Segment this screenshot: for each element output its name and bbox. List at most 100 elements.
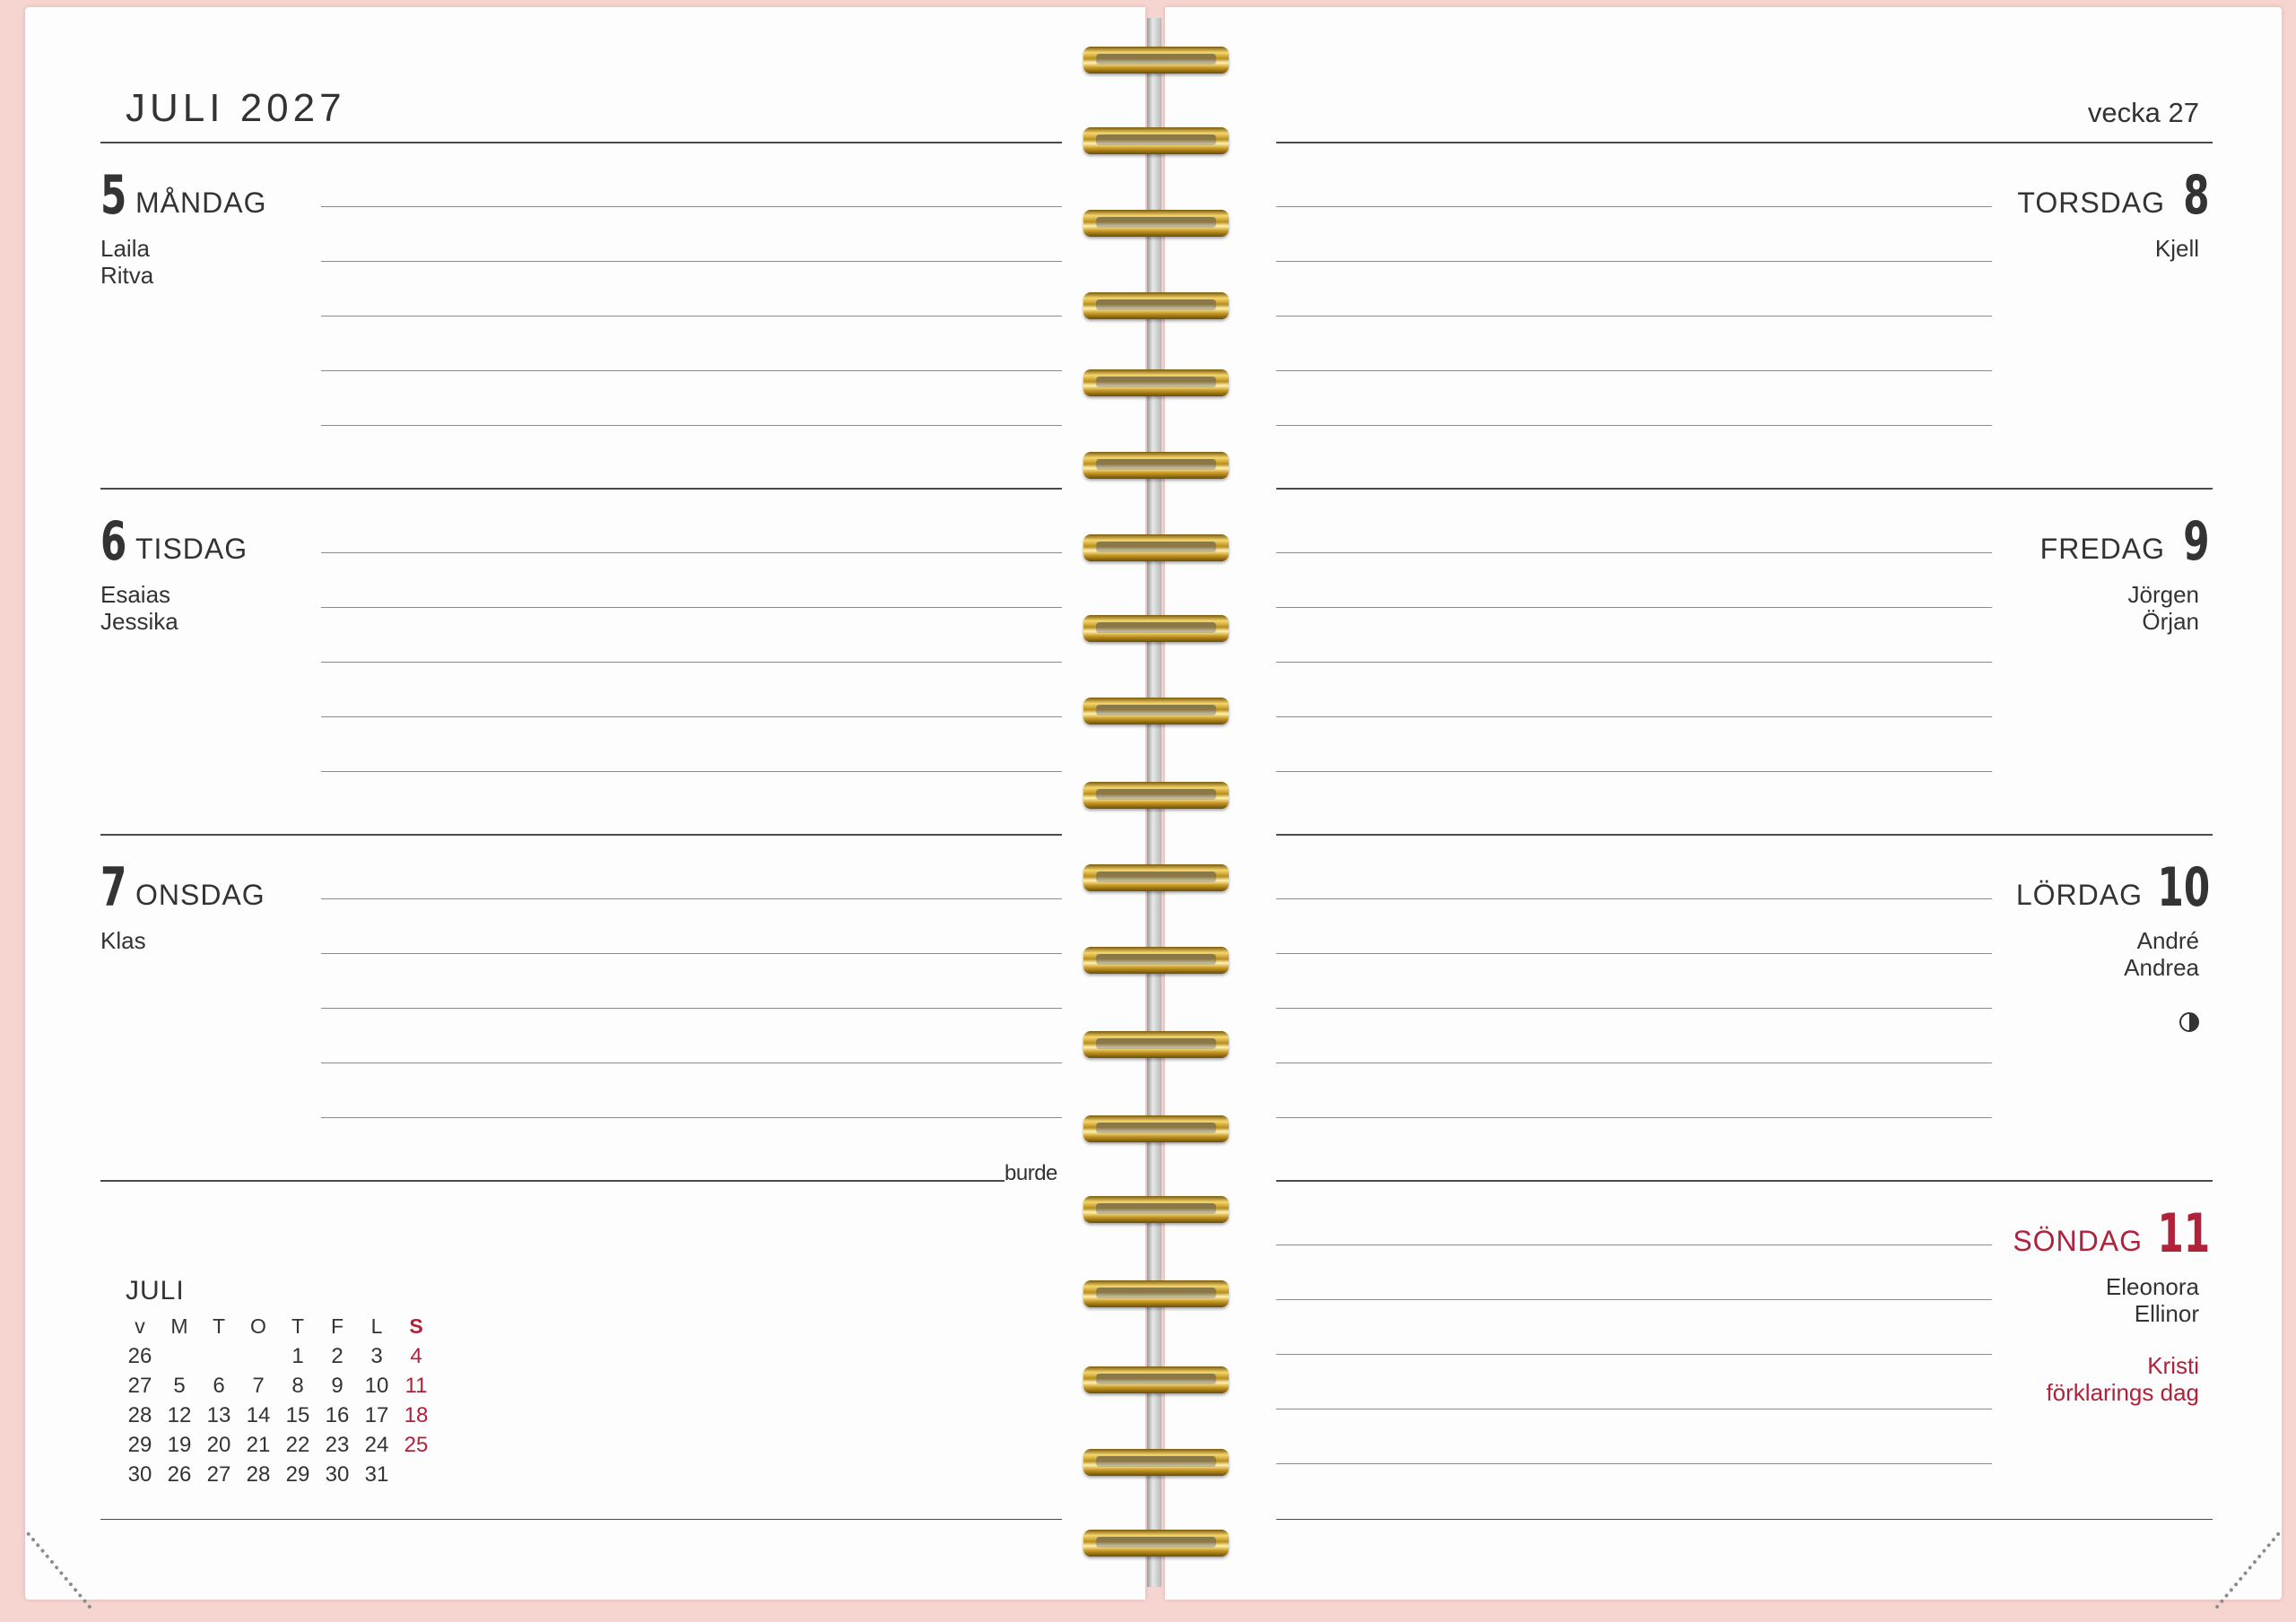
date-cell — [199, 1341, 239, 1371]
spiral-coil — [1083, 1277, 1229, 1311]
writing-line — [1276, 316, 1992, 317]
nameday: Ellinor — [2134, 1300, 2199, 1327]
date-cell: 1 — [291, 1343, 304, 1368]
writing-line — [1276, 261, 1992, 262]
weekday-header: L — [370, 1314, 383, 1338]
day-number: 5 — [100, 164, 127, 227]
writing-line — [321, 316, 1062, 317]
date-cell: 10 — [364, 1373, 389, 1398]
date-cell: 29 — [285, 1462, 310, 1487]
spiral-coil — [1083, 694, 1229, 728]
writing-line — [321, 607, 1062, 608]
date-cell: 9 — [331, 1373, 344, 1398]
coil-hole — [1096, 542, 1216, 552]
nameday: Jörgen — [2127, 581, 2200, 608]
weekday-header: F — [330, 1314, 344, 1338]
nameday: Laila — [100, 235, 150, 262]
mini-calendar-row: 26 1 2 3 4 — [120, 1341, 436, 1371]
day-name: TORSDAG — [2017, 186, 2165, 219]
coil-hole — [1096, 217, 1216, 228]
day-divider — [100, 834, 1062, 836]
coil-hole — [1096, 954, 1216, 965]
writing-line — [321, 898, 1062, 899]
writing-line — [1276, 716, 1992, 717]
spiral-coil — [1083, 943, 1229, 977]
spiral-coil — [1083, 1193, 1229, 1227]
spiral-coil — [1083, 1363, 1229, 1397]
week-number: 26 — [127, 1343, 152, 1368]
week-col-header: v — [135, 1314, 145, 1338]
writing-line — [321, 206, 1062, 207]
writing-line — [1276, 1117, 1992, 1118]
day-divider — [1276, 488, 2213, 490]
coil-hole — [1096, 134, 1216, 145]
date-cell: 8 — [291, 1373, 304, 1398]
mini-calendar-row: 29 19 20 21 22 23 24 25 — [120, 1430, 436, 1460]
writing-line — [1276, 370, 1992, 371]
day-divider — [1276, 834, 2213, 836]
writing-line — [1276, 953, 1992, 954]
date-cell — [160, 1341, 199, 1371]
date-cell: 20 — [206, 1432, 231, 1457]
spiral-coil — [1083, 43, 1229, 77]
spiral-coil — [1083, 289, 1229, 323]
writing-line — [321, 662, 1062, 663]
coil-hole — [1096, 1374, 1216, 1384]
writing-line — [321, 552, 1062, 553]
spiral-coil — [1083, 124, 1229, 158]
spiral-coil — [1083, 778, 1229, 812]
date-cell: 26 — [167, 1462, 192, 1487]
day-number: 10 — [2157, 856, 2210, 919]
coil-hole — [1096, 299, 1216, 310]
sunday-date-cell: 11 — [404, 1373, 428, 1398]
mini-calendar-title: JULI — [126, 1276, 185, 1305]
writing-line — [1276, 552, 1992, 553]
nameday: Andrea — [2124, 954, 2199, 981]
nameday: Jessika — [100, 608, 178, 635]
writing-line — [321, 953, 1062, 954]
nameday: Ritva — [100, 262, 154, 289]
coil-hole — [1096, 1203, 1216, 1214]
date-cell: 31 — [364, 1462, 389, 1487]
header-rule — [1276, 142, 2213, 143]
bottom-rule — [1276, 1519, 2213, 1520]
coil-hole — [1096, 705, 1216, 716]
week-number: 28 — [127, 1402, 152, 1427]
date-cell: 17 — [364, 1402, 389, 1427]
date-cell: 16 — [325, 1402, 350, 1427]
writing-line — [1276, 898, 1992, 899]
writing-line — [1276, 662, 1992, 663]
date-cell: 22 — [285, 1432, 310, 1457]
date-cell: 3 — [370, 1343, 383, 1368]
coil-hole — [1096, 377, 1216, 387]
left-page: JULI 2027 5 MÅNDAG Laila Ritva 6 TISDAG … — [25, 7, 1145, 1609]
date-cell: 12 — [167, 1402, 192, 1427]
writing-line — [1276, 1354, 1992, 1355]
spiral-coil — [1083, 366, 1229, 400]
day-number: 7 — [100, 856, 127, 919]
day-number: 6 — [100, 510, 127, 573]
sunday-date-cell: 18 — [404, 1402, 429, 1427]
date-cell: 23 — [325, 1432, 350, 1457]
writing-line — [1276, 206, 1992, 207]
spiral-coil — [1083, 1526, 1229, 1560]
mini-calendar-row: 30 26 27 28 29 30 31 — [120, 1460, 436, 1489]
writing-line — [1276, 425, 1992, 426]
coil-hole — [1096, 54, 1216, 65]
week-number: 29 — [127, 1432, 152, 1457]
day-name: ONSDAG — [135, 879, 265, 911]
writing-line — [1276, 1463, 1992, 1464]
mini-calendar-header: v M T O T F L S — [120, 1312, 436, 1341]
corner-perforation — [25, 1531, 92, 1609]
writing-line — [321, 1008, 1062, 1009]
spiral-coil — [1083, 861, 1229, 895]
date-cell: 24 — [364, 1432, 389, 1457]
date-cell: 13 — [206, 1402, 231, 1427]
coil-hole — [1096, 459, 1216, 470]
spiral-coil — [1083, 612, 1229, 646]
day-divider — [100, 488, 1062, 490]
writing-line — [321, 1117, 1062, 1118]
sunday-date-cell: 4 — [410, 1343, 422, 1368]
week-number: 27 — [127, 1373, 152, 1398]
week-number-label: vecka 27 — [2087, 97, 2199, 128]
